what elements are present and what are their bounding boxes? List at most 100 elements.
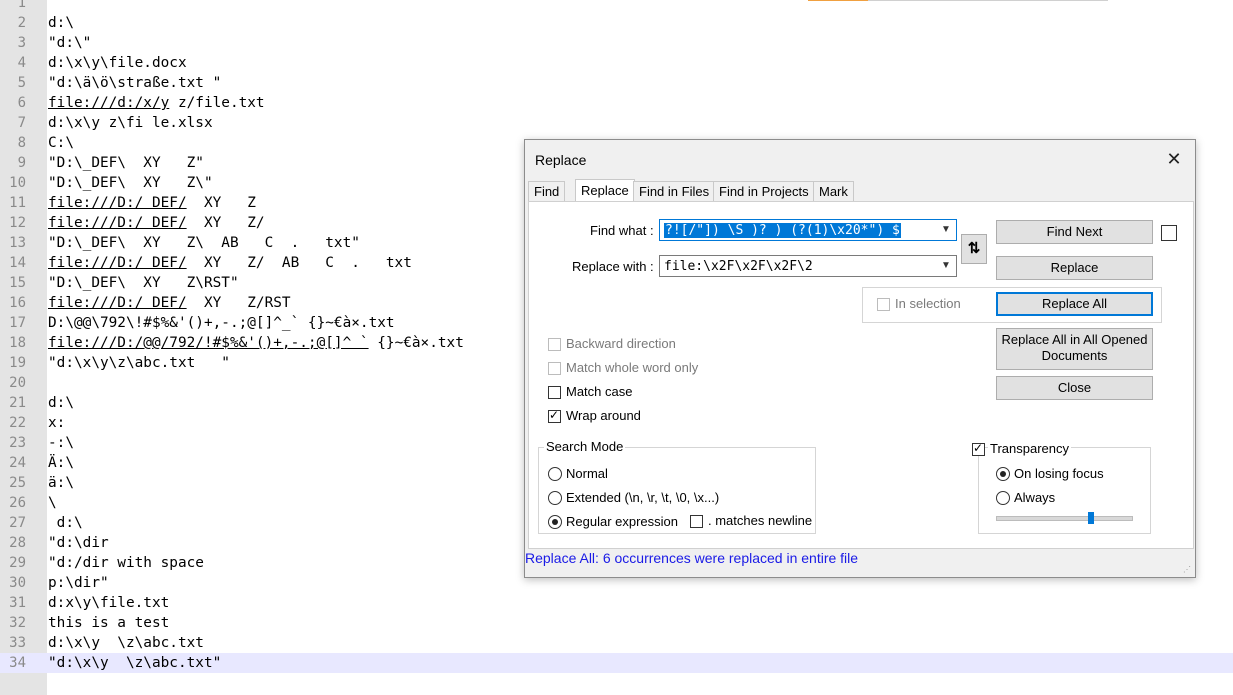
line-content: "d:\x\y \z\abc.txt" — [48, 655, 222, 671]
extended-label: Extended (\n, \r, \t, \0, \x...) — [566, 490, 720, 505]
line-text: C:\ — [48, 133, 74, 153]
file-link[interactable]: file:///D:/ DEF/ — [48, 215, 187, 231]
replace-all-opened-button[interactable]: Replace All in All Opened Documents — [996, 328, 1153, 370]
line-text: "d:\x\y \z\abc.txt" — [48, 653, 221, 673]
line-text: "d:/dir with space — [48, 553, 204, 573]
match-case-checkbox[interactable] — [548, 386, 561, 399]
editor-line[interactable]: 33 d:\x\y \z\abc.txt — [0, 633, 1233, 653]
line-content: this is a test — [48, 615, 170, 631]
line-text: x: — [48, 413, 65, 433]
line-text: d:x\y\file.txt — [48, 593, 169, 613]
file-link[interactable]: file:///D:/ DEF/ — [48, 295, 187, 311]
editor-line[interactable]: 31 d:x\y\file.txt — [0, 593, 1233, 613]
tab-find[interactable]: Find — [528, 181, 566, 202]
replace-with-value: file:\x2F\x2F\x2F\2 — [664, 259, 813, 274]
match-case-label: Match case — [566, 384, 633, 399]
line-text: ä:\ — [48, 473, 74, 493]
line-number: 23 — [9, 435, 26, 451]
line-number: 30 — [9, 575, 26, 591]
line-text: d:\x\y z\fi le.xlsx — [48, 113, 213, 133]
transparency-slider-track[interactable] — [996, 516, 1133, 521]
on-losing-focus-radio[interactable] — [996, 467, 1010, 481]
tab-find-in-projects[interactable]: Find in Projects — [713, 181, 815, 202]
extended-radio[interactable] — [548, 491, 562, 505]
line-number: 32 — [9, 615, 26, 631]
tab-mark[interactable]: Mark — [813, 181, 854, 202]
find-next-checkbox[interactable] — [1161, 225, 1177, 241]
replace-button[interactable]: Replace — [996, 256, 1153, 280]
regex-radio[interactable] — [548, 515, 562, 529]
file-link[interactable]: file:///D:/@@/792/!#$%&'()+,-.;@[]^ ` — [48, 335, 369, 351]
line-text: -:\ — [48, 433, 74, 453]
editor-line[interactable]: 5 "d:\ä\ö\straße.txt " — [0, 73, 1233, 93]
line-number: 33 — [9, 635, 26, 651]
line-number: 21 — [9, 395, 26, 411]
line-number: 2 — [17, 15, 26, 31]
status-message: Replace All: 6 occurrences were replaced… — [525, 550, 859, 566]
replace-with-input[interactable]: file:\x2F\x2F\x2F\2 ▼ — [659, 255, 957, 277]
close-button[interactable]: Close — [996, 376, 1153, 400]
line-number: 31 — [9, 595, 26, 611]
tab-replace[interactable]: Replace — [575, 179, 635, 203]
backward-direction-checkbox[interactable] — [548, 338, 561, 351]
file-link[interactable]: file:///D:/ DEF/ — [48, 195, 187, 211]
always-radio[interactable] — [996, 491, 1010, 505]
swap-icon[interactable]: ⇅ — [961, 234, 987, 264]
find-what-label: Find what : — [590, 223, 654, 238]
line-content: Ä:\ — [48, 455, 74, 471]
line-text: p:\dir" — [48, 573, 109, 593]
normal-radio[interactable] — [548, 467, 562, 481]
transparency-checkbox[interactable] — [972, 441, 985, 456]
line-content: d:\x\y z\fi le.xlsx — [48, 115, 213, 131]
line-text: "D:\_DEF\ XY Z\" — [48, 173, 213, 193]
line-number: 12 — [9, 215, 26, 231]
line-number: 27 — [9, 515, 26, 531]
dot-newline-checkbox[interactable] — [690, 515, 703, 528]
line-text: d:\ — [48, 513, 83, 533]
replace-all-button[interactable]: Replace All — [996, 292, 1153, 316]
editor-line[interactable]: 32 this is a test — [0, 613, 1233, 633]
line-number: 20 — [9, 375, 26, 391]
line-content: p:\dir" — [48, 575, 109, 591]
line-text: d:\ — [48, 393, 74, 413]
editor-line[interactable]: 2 d:\ — [0, 13, 1233, 33]
line-number: 16 — [9, 295, 26, 311]
chevron-down-icon[interactable]: ▼ — [936, 220, 956, 240]
line-text: D:\@@\792\!#$%&'()+,-.;@[]^_` {}~€à×.txt — [48, 313, 395, 333]
close-icon[interactable]: ✕ — [1163, 148, 1185, 170]
line-content: d:x\y\file.txt — [48, 595, 170, 611]
chevron-down-icon[interactable]: ▼ — [936, 256, 956, 276]
resize-grip-icon[interactable]: ⋰ — [1183, 565, 1193, 575]
editor-line[interactable]: 3 "d:\" — [0, 33, 1233, 53]
in-selection-checkbox[interactable] — [877, 298, 890, 311]
editor-line[interactable]: 7 d:\x\y z\fi le.xlsx — [0, 113, 1233, 133]
whole-word-checkbox[interactable] — [548, 362, 561, 375]
editor-line[interactable]: 6 file:///d:/x/y z/file.txt — [0, 93, 1233, 113]
line-number: 4 — [17, 55, 26, 71]
transparency-slider-thumb[interactable] — [1088, 512, 1094, 524]
line-text: file:///D:/ DEF/ XY Z/RST — [48, 293, 291, 313]
line-content: "D:\_DEF\ XY Z\" — [48, 175, 213, 191]
line-number: 7 — [17, 115, 26, 131]
line-content: "d:/dir with space — [48, 555, 204, 571]
backward-direction-label: Backward direction — [566, 336, 676, 351]
line-number: 15 — [9, 275, 26, 291]
find-next-button[interactable]: Find Next — [996, 220, 1153, 244]
file-link[interactable]: file:///d:/x/y — [48, 95, 169, 111]
line-number: 3 — [17, 35, 26, 51]
editor-line[interactable]: 1 — [0, 0, 1233, 13]
line-text: \ — [48, 493, 57, 513]
line-number: 29 — [9, 555, 26, 571]
always-label: Always — [1014, 490, 1056, 505]
file-link[interactable]: file:///D:/ DEF/ — [48, 255, 187, 271]
line-text: d:\x\y\file.docx — [48, 53, 187, 73]
editor-line[interactable]: 4 d:\x\y\file.docx — [0, 53, 1233, 73]
line-text: file:///D:/ DEF/ XY Z — [48, 193, 256, 213]
line-content: XY Z — [186, 195, 256, 211]
find-what-input[interactable]: ?![/"]) \S )? ) (?(1)\x20*") $ ▼ — [659, 219, 957, 241]
line-text: file:///D:/ DEF/ XY Z/ AB C . txt — [48, 253, 412, 273]
tab-find-in-files[interactable]: Find in Files — [633, 181, 716, 202]
wrap-around-checkbox[interactable] — [548, 408, 561, 423]
editor-line[interactable]: 34 "d:\x\y \z\abc.txt" — [0, 653, 1233, 673]
line-text: this is a test — [48, 613, 169, 633]
